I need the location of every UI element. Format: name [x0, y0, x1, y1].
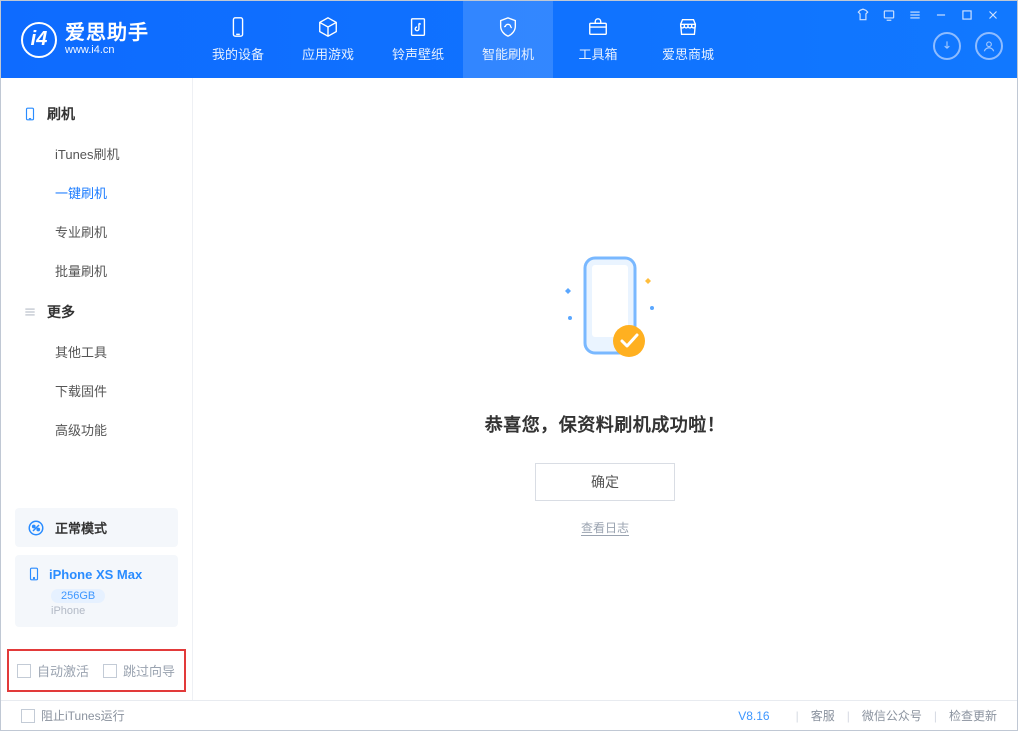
- user-icon: [982, 39, 996, 53]
- sidebar-item-other-tools[interactable]: 其他工具: [1, 332, 192, 371]
- close-icon[interactable]: [986, 8, 1000, 22]
- store-icon: [676, 16, 700, 38]
- tab-my-device[interactable]: 我的设备: [193, 1, 283, 78]
- minimize-icon[interactable]: [934, 8, 948, 22]
- normal-mode-icon: [27, 519, 45, 537]
- checkbox-icon[interactable]: [17, 664, 31, 678]
- tab-apps-games[interactable]: 应用游戏: [283, 1, 373, 78]
- version-label: V8.16: [738, 709, 769, 723]
- sidebar-item-oneclick-flash[interactable]: 一键刷机: [1, 173, 192, 212]
- app-subtitle: www.i4.cn: [65, 44, 149, 56]
- phone-icon: [226, 16, 250, 38]
- main-tabs: 我的设备 应用游戏 铃声壁纸 智能刷机 工具箱 爱思商城: [193, 1, 733, 78]
- phone-small-icon: [27, 565, 41, 583]
- device-mode[interactable]: 正常模式: [15, 508, 178, 547]
- feedback-icon[interactable]: [882, 8, 896, 22]
- status-bar: 阻止iTunes运行 V8.16 | 客服 | 微信公众号 | 检查更新: [1, 700, 1017, 730]
- music-file-icon: [406, 16, 430, 38]
- app-title: 爱思助手: [65, 22, 149, 44]
- checkbox-skip-guide[interactable]: 跳过向导: [103, 661, 175, 680]
- main-content: 恭喜您，保资料刷机成功啦！ 确定 查看日志: [193, 78, 1017, 700]
- flags-box: 自动激活 跳过向导: [7, 649, 186, 692]
- device-platform: iPhone: [51, 605, 166, 617]
- sidebar-item-advanced[interactable]: 高级功能: [1, 410, 192, 449]
- support-link[interactable]: 客服: [811, 707, 835, 724]
- tab-store[interactable]: 爱思商城: [643, 1, 733, 78]
- success-message: 恭喜您，保资料刷机成功啦！: [485, 411, 726, 437]
- window-controls: [856, 8, 1000, 22]
- logo-icon: i4: [21, 22, 57, 58]
- checkbox-auto-activate[interactable]: 自动激活: [17, 661, 89, 680]
- app-logo: i4 爱思助手 www.i4.cn: [21, 22, 149, 58]
- block-itunes-label: 阻止iTunes运行: [41, 707, 125, 724]
- check-update-link[interactable]: 检查更新: [949, 707, 997, 724]
- skin-icon[interactable]: [856, 8, 870, 22]
- sidebar-item-batch-flash[interactable]: 批量刷机: [1, 251, 192, 290]
- tab-toolbox[interactable]: 工具箱: [553, 1, 643, 78]
- ok-button[interactable]: 确定: [535, 463, 675, 501]
- device-info[interactable]: iPhone XS Max 256GB iPhone: [15, 555, 178, 627]
- download-button[interactable]: [933, 32, 961, 60]
- menu-icon[interactable]: [908, 8, 922, 22]
- view-log-link: 查看日志: [581, 519, 629, 536]
- list-icon: [23, 305, 37, 319]
- sidebar-item-itunes-flash[interactable]: iTunes刷机: [1, 134, 192, 173]
- checkbox-block-itunes[interactable]: [21, 709, 35, 723]
- download-icon: [940, 39, 954, 53]
- tab-smart-flash[interactable]: 智能刷机: [463, 1, 553, 78]
- cube-icon: [316, 16, 340, 38]
- wechat-link[interactable]: 微信公众号: [862, 707, 922, 724]
- account-button[interactable]: [975, 32, 1003, 60]
- maximize-icon[interactable]: [960, 8, 974, 22]
- tab-ringtone-wallpaper[interactable]: 铃声壁纸: [373, 1, 463, 78]
- sidebar-item-pro-flash[interactable]: 专业刷机: [1, 212, 192, 251]
- titlebar: i4 爱思助手 www.i4.cn 我的设备 应用游戏 铃声壁纸 智能刷机 工具…: [1, 1, 1017, 78]
- sidebar-item-download-firmware[interactable]: 下载固件: [1, 371, 192, 410]
- device-name-label: iPhone XS Max: [49, 567, 142, 582]
- device-panel: 正常模式 iPhone XS Max 256GB iPhone: [1, 498, 192, 649]
- sidebar: 刷机 iTunes刷机 一键刷机 专业刷机 批量刷机 更多 其他工具 下载固件 …: [1, 78, 193, 700]
- sidebar-section-more: 更多: [1, 296, 192, 332]
- success-illustration: [530, 243, 680, 383]
- sidebar-section-flash: 刷机: [1, 98, 192, 134]
- shield-refresh-icon: [496, 16, 520, 38]
- device-storage-badge: 256GB: [51, 589, 105, 603]
- toolbox-icon: [586, 16, 610, 38]
- device-icon: [23, 105, 37, 123]
- checkbox-icon[interactable]: [103, 664, 117, 678]
